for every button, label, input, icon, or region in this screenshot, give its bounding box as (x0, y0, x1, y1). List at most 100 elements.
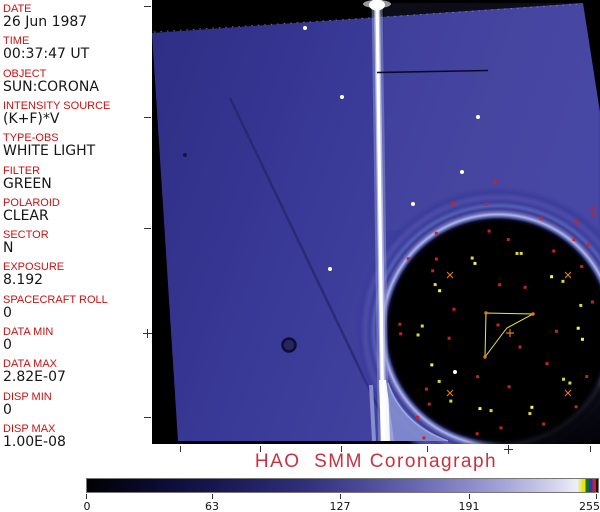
colorbar-tick (212, 494, 213, 499)
metadata-label: DISP MIN (3, 390, 52, 403)
metadata-label: POLAROID (3, 196, 60, 209)
polygon-vertex-dot (531, 312, 535, 316)
marker-dot (398, 322, 402, 326)
metadata-value: 0 (3, 304, 12, 321)
marker-dot (447, 336, 451, 340)
marker-dot (420, 324, 424, 328)
marker-dot (523, 285, 527, 289)
image-caption: HAO SMM Coronagraph (254, 451, 498, 472)
marker-dot (434, 231, 438, 235)
coronagraph-scene (152, 0, 600, 444)
metadata-field: EXPOSURE 8.192 (3, 261, 151, 288)
coronagraph-image (152, 0, 600, 444)
marker-dot (496, 323, 500, 327)
marker-dot (433, 283, 437, 287)
left-axis-center-mark (143, 329, 152, 338)
marker-dot (576, 326, 580, 330)
marker-dot (579, 303, 583, 307)
metadata-field: DATA MIN 0 (3, 326, 151, 353)
marker-dot (489, 409, 493, 413)
marker-dot (399, 332, 403, 336)
marker-dot (438, 289, 442, 293)
marker-dot (545, 362, 549, 366)
metadata-field: SPACECRAFT ROLL 0 (3, 294, 151, 321)
corner-shadow (432, 360, 600, 444)
colorbar-label-127: 127 (329, 500, 351, 512)
marker-dot (515, 251, 519, 255)
marker-dot (568, 381, 572, 385)
bottom-axis-tick (427, 446, 428, 452)
star-dot (453, 370, 457, 374)
metadata-value: SUN:CORONA (3, 78, 99, 95)
metadata-field: DATA MAX 2.82E-07 (3, 358, 151, 385)
metadata-field: DATE 26 Jun 1987 (3, 3, 151, 30)
marker-dot (572, 238, 576, 242)
bottom-axis-tick (260, 446, 261, 452)
marker-dot (574, 405, 578, 409)
marker-dot (487, 229, 491, 233)
marker-dot (478, 407, 482, 411)
marker-dot (585, 375, 589, 379)
polygon-vertex-dot (483, 355, 487, 359)
bottom-axis-tick (341, 446, 342, 452)
metadata-label: DATA MIN (3, 326, 54, 338)
metadata-value: 8.192 (3, 272, 44, 289)
colorbar-label-63: 63 (205, 500, 219, 512)
marker-dot (449, 399, 453, 403)
marker-dot (406, 257, 410, 261)
metadata-panel: DATE 26 Jun 1987 TIME 00:37:47 UT OBJECT SUN:… (0, 0, 152, 449)
marker-dot (555, 329, 559, 333)
marker-dot (519, 251, 523, 255)
marker-dot (416, 415, 420, 419)
marker-dot (434, 257, 438, 261)
marker-dot (493, 180, 497, 184)
marker-dot (416, 333, 420, 337)
bottom-axis-center-mark (504, 445, 513, 454)
metadata-field: INTENSITY SOURCE (K+F)*V (3, 100, 151, 127)
metadata-field: FILTER GREEN (3, 165, 151, 192)
left-axis-tick (144, 417, 151, 418)
marker-dot (518, 345, 522, 349)
marker-dot (430, 363, 434, 367)
metadata-value: CLEAR (3, 207, 49, 224)
metadata-field: DISP MAX 1.00E-08 (3, 423, 151, 450)
metadata-field: POLAROID CLEAR (3, 197, 151, 224)
marker-dot (473, 261, 477, 265)
marker-dot (427, 402, 431, 406)
bottom-axis-tick (590, 446, 591, 452)
marker-dot (498, 283, 502, 287)
marker-dot (561, 279, 565, 283)
metadata-value: 00:37:47 UT (3, 46, 90, 63)
star-dot (340, 95, 344, 99)
colorbar-tick (469, 494, 470, 499)
metadata-value: WHITE LIGHT (3, 143, 96, 160)
colorbar (86, 478, 599, 493)
coronagraph-viewer-window: DATE 26 Jun 1987 TIME 00:37:47 UT OBJECT SUN:… (0, 0, 600, 512)
star-dot (303, 26, 307, 30)
colorbar-label-0: 0 (83, 500, 91, 512)
metadata-field: TIME 00:37:47 UT (3, 35, 151, 62)
marker-dot (484, 202, 488, 206)
metadata-field: TYPE-OBS WHITE LIGHT (3, 132, 151, 159)
marker-dot (422, 436, 426, 440)
metadata-value: 0 (3, 401, 12, 418)
metadata-label: FILTER (3, 164, 41, 177)
star-dot (411, 202, 415, 206)
colorbar-label-191: 191 (458, 500, 480, 512)
metadata-field: DISP MIN 0 (3, 391, 151, 418)
metadata-label: OBJECT (3, 67, 47, 80)
marker-dot (431, 269, 435, 273)
marker-dot (528, 412, 532, 416)
marker-dot (451, 201, 455, 205)
colorbar-tick (86, 494, 87, 499)
marker-dot (476, 375, 480, 379)
metadata-value: 1.00E-08 (3, 433, 66, 450)
marker-dot (506, 238, 510, 242)
marker-dot (539, 216, 543, 220)
metadata-value: 2.82E-07 (3, 369, 66, 386)
metadata-label: SPACECRAFT ROLL (3, 293, 108, 306)
metadata-value: 26 Jun 1987 (3, 14, 88, 30)
metadata-value: 0 (3, 337, 12, 353)
colorbar-tick (340, 494, 341, 499)
metadata-value: GREEN (3, 175, 52, 192)
